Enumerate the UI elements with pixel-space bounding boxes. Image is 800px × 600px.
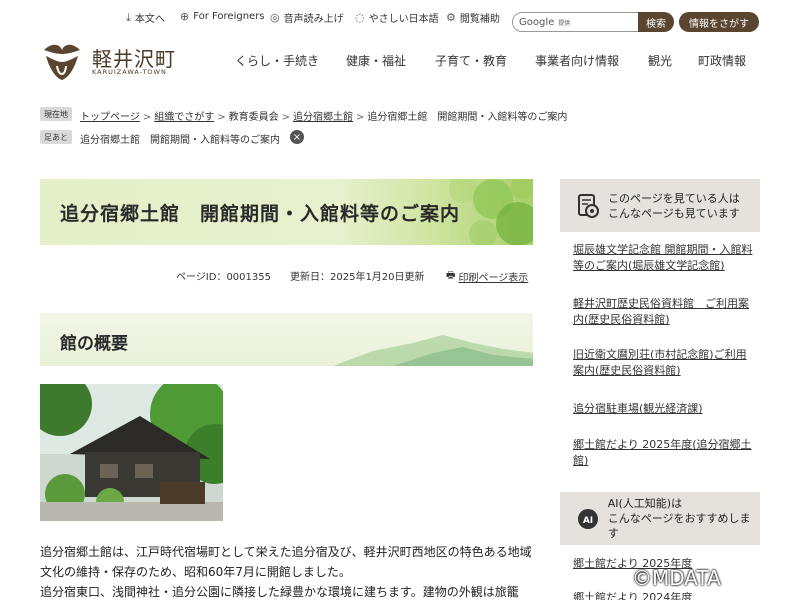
nav-business[interactable]: 事業者向け情報	[535, 52, 619, 69]
download-arrow-icon: ⤓	[126, 10, 131, 24]
breadcrumb: トップページ > 組織でさがす > 教育委員会 > 追分宿郷土館 > 追分宿郷土館 開館期間・入…	[80, 112, 568, 123]
clear-history-icon[interactable]: ×	[290, 130, 304, 144]
breadcrumb-item[interactable]: 追分宿郷土館	[293, 112, 353, 123]
accessibility-link[interactable]: ⚙ 閲覧補助	[446, 10, 500, 25]
read-aloud-link[interactable]: ◎ 音声読み上げ	[270, 10, 344, 25]
printer-icon: 🖶	[446, 270, 456, 281]
comment-icon: ◌	[355, 11, 365, 24]
paragraph: 追分宿郷土館は、江戸時代宿場町として栄えた追分宿及び、軽井沢町西地区の特色ある地…	[40, 545, 532, 579]
speaker-icon: ◎	[270, 11, 280, 24]
body-text: 追分宿郷土館は、江戸時代宿場町として栄えた追分宿及び、軽井沢町西地区の特色ある地…	[40, 542, 540, 600]
site-name-en: KARUIZAWA-TOWN	[92, 68, 167, 76]
history-tag: 足あと	[40, 130, 72, 144]
paragraph: 追分宿東口、浅間神社・追分公園に隣接した緑豊かな環境に建ちます。建物の外観は旅籠	[40, 585, 519, 599]
skip-to-content-link[interactable]: ⤓ 本文へ	[126, 10, 165, 26]
related-link[interactable]: 軽井沢町歴史民俗資料館 ご利用案内(歴史民俗資料館)	[573, 296, 753, 328]
document-eye-icon	[574, 193, 602, 219]
page-id: ページID：0001355	[176, 272, 271, 283]
utility-bar: ⤓ 本文へ ⊕ For Foreigners ◎ 音声読み上げ ◌ やさしい日本…	[0, 6, 800, 32]
nav-health[interactable]: 健康・福祉	[346, 52, 406, 69]
nav-education[interactable]: 子育て・教育	[435, 52, 507, 69]
history-crumb: 追分宿郷土館 開館期間・入館料等のご案内	[80, 131, 280, 146]
ai-icon: AI	[574, 508, 602, 530]
print-link[interactable]: 🖶 印刷ページ表示	[446, 268, 528, 285]
page-title: 追分宿郷土館 開館期間・入館料等のご案内	[60, 203, 461, 225]
nav-tourism[interactable]: 観光	[648, 52, 672, 69]
mountain-decoration-icon	[333, 335, 533, 366]
breadcrumb-current: 追分宿郷土館 開館期間・入館料等のご案内	[367, 112, 568, 123]
breadcrumb-item: 教育委員会	[228, 112, 279, 123]
breadcrumb-item[interactable]: トップページ	[80, 112, 140, 123]
gear-icon: ⚙	[446, 11, 456, 24]
section-title: 館の概要	[60, 334, 128, 354]
related-link[interactable]: 追分宿駐車場(観光経済課)	[573, 401, 753, 417]
location-tag: 現在地	[40, 107, 72, 121]
ai-recommend-header: AI AI(人工知能)は こんなページをおすすめします	[560, 492, 760, 545]
svg-text:AI: AI	[583, 516, 593, 526]
related-link[interactable]: 旧近衛文麿別荘(市村記念館)ご利用案内(歴史民俗資料館)	[573, 347, 753, 379]
watermark: ©MDATA	[632, 566, 721, 590]
related-pages-header: このページを見ている人は こんなページも見ています	[560, 179, 760, 232]
updated-date: 更新日：2025年1月20日更新	[290, 272, 425, 283]
easy-japanese-link[interactable]: ◌ やさしい日本語	[355, 10, 439, 25]
related-link[interactable]: 堀辰雄文学記念館 開館期間・入館料等のご案内(堀辰雄文学記念館)	[573, 242, 753, 274]
nav-town-info[interactable]: 町政情報	[698, 52, 746, 69]
page-title-banner: 追分宿郷土館 開館期間・入館料等のご案内	[40, 179, 533, 245]
ai-recommend-link[interactable]: 郷土館だより 2024年度	[573, 590, 753, 600]
history-item: 追分宿郷土館 開館期間・入館料等のご案内	[80, 135, 280, 146]
search-button[interactable]: 検索	[638, 12, 674, 32]
breadcrumb-item[interactable]: 組織でさがす	[154, 112, 214, 123]
museum-photo	[40, 384, 223, 521]
for-foreigners-link[interactable]: ⊕ For Foreigners	[180, 10, 265, 23]
town-logo-icon[interactable]	[40, 40, 84, 82]
globe-icon: ⊕	[180, 10, 190, 23]
nav-living[interactable]: くらし・手続き	[235, 52, 319, 69]
find-info-button[interactable]: 情報をさがす	[679, 12, 759, 32]
search-input[interactable]: Google 提供	[512, 12, 640, 32]
section-header: 館の概要	[40, 313, 533, 366]
related-link[interactable]: 郷土館だより 2025年度(追分宿郷土館)	[573, 437, 753, 469]
